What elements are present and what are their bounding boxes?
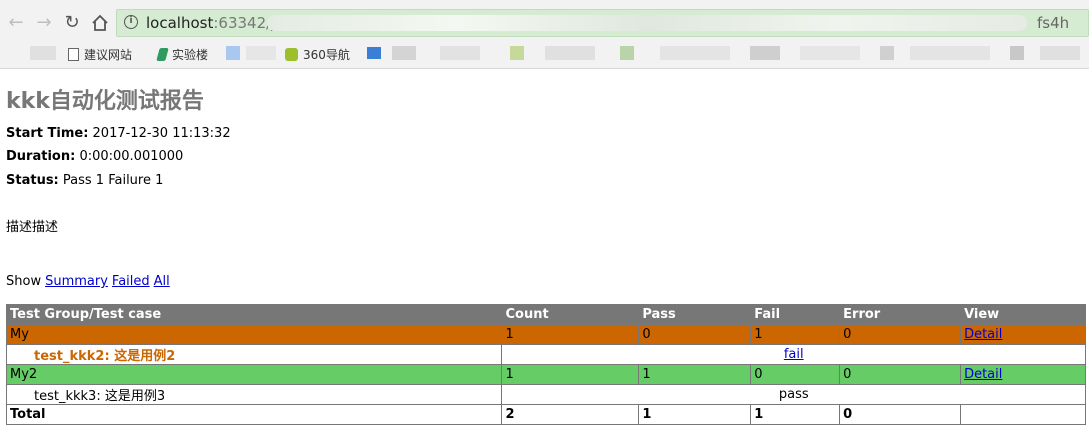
detail-link[interactable]: Detail xyxy=(964,367,1002,382)
redacted-bookmark xyxy=(910,46,990,60)
redacted-bookmark xyxy=(440,46,480,60)
case-name: test_kkk2: 这是用例2 xyxy=(5,344,503,365)
redacted-bookmark xyxy=(246,46,276,60)
case-result-link[interactable]: fail xyxy=(784,347,804,362)
group-view-cell: Detail xyxy=(960,364,1086,385)
total-count: 2 xyxy=(501,404,640,425)
url-text: localhost:63342/jx xyxy=(146,14,284,32)
attribute-value: 2017-12-30 11:13:32 xyxy=(92,126,231,141)
result-table: Test Group/Test case Count Pass Fail Err… xyxy=(5,304,1086,425)
back-arrow-icon[interactable]: ← xyxy=(5,12,27,34)
bookmark-360-nav[interactable]: 360导航 xyxy=(285,46,350,63)
report-title: kkk自动化测试报告 xyxy=(6,89,204,114)
show-all-link[interactable]: All xyxy=(154,274,170,289)
group-name: My2 xyxy=(5,364,503,385)
attribute-value: Pass 1 Failure 1 xyxy=(62,173,164,188)
case-result-cell: pass xyxy=(501,384,1086,405)
bookmark-label: 实验楼 xyxy=(172,48,209,62)
redacted-url-blur xyxy=(267,15,1027,31)
group-name: My xyxy=(5,324,503,345)
attribute-name: Start Time: xyxy=(6,126,89,141)
url-host: localhost xyxy=(146,14,214,32)
redacted-bookmark xyxy=(226,46,240,60)
group-count: 1 xyxy=(501,324,640,345)
redacted-bookmark xyxy=(1040,46,1080,60)
redacted-bookmark xyxy=(392,46,416,60)
report-description: 描述描述 xyxy=(6,220,59,235)
redacted-bookmark xyxy=(510,46,524,60)
total-fail: 1 xyxy=(750,404,841,425)
table-row-case: test_kkk2: 这是用例2 fail xyxy=(5,344,1086,365)
case-name: test_kkk3: 这是用例3 xyxy=(5,384,503,405)
bookmarks-bar: 建议网站 实验楼 360导航 xyxy=(0,42,1089,66)
redacted-bookmark xyxy=(880,46,894,60)
table-row-group-my: My 1 0 1 0 Detail xyxy=(5,324,1086,345)
bookmark-label: 360导航 xyxy=(303,48,350,62)
attribute-name: Status: xyxy=(6,173,59,188)
url-tail: fs4h xyxy=(1037,14,1070,32)
header-test-group: Test Group/Test case xyxy=(5,304,503,325)
detail-link[interactable]: Detail xyxy=(964,327,1002,342)
show-label: Show xyxy=(6,274,42,289)
group-count: 1 xyxy=(501,364,640,385)
redacted-bookmark xyxy=(1010,46,1024,60)
reload-icon[interactable]: ↻ xyxy=(61,12,83,34)
header-count: Count xyxy=(501,304,640,325)
address-bar[interactable]: i localhost:63342/jx fs4h xyxy=(116,9,1089,37)
browser-chrome: ← → ↻ i localhost:63342/jx fs4h 建议网站 实验楼… xyxy=(0,0,1089,69)
header-pass: Pass xyxy=(638,304,752,325)
redacted-bookmark xyxy=(750,46,780,60)
header-view: View xyxy=(960,304,1086,325)
group-pass: 0 xyxy=(638,324,752,345)
attribute-status: Status: Pass 1 Failure 1 xyxy=(6,173,163,188)
show-failed-link[interactable]: Failed xyxy=(112,274,150,289)
shiyanlou-icon xyxy=(156,48,169,61)
group-fail: 1 xyxy=(750,324,841,345)
table-row-group-my2: My2 1 1 0 0 Detail xyxy=(5,364,1086,385)
site-info-icon[interactable]: i xyxy=(124,15,138,29)
bookmark-suggested-sites[interactable]: 建议网站 xyxy=(68,46,132,63)
group-error: 0 xyxy=(839,364,962,385)
attribute-duration: Duration: 0:00:00.001000 xyxy=(6,149,183,164)
attribute-name: Duration: xyxy=(6,149,76,164)
home-icon[interactable] xyxy=(89,12,111,34)
bookmark-blue[interactable] xyxy=(367,46,386,60)
attribute-start-time: Start Time: 2017-12-30 11:13:32 xyxy=(6,126,231,141)
group-error: 0 xyxy=(839,324,962,345)
total-error: 0 xyxy=(839,404,962,425)
case-result-cell: fail xyxy=(501,344,1086,365)
redacted-bookmark xyxy=(545,46,595,60)
bookmark-label: 建议网站 xyxy=(84,48,133,62)
header-fail: Fail xyxy=(750,304,841,325)
show-filter: Show Summary Failed All xyxy=(6,274,170,289)
total-pass: 1 xyxy=(638,404,752,425)
table-row-case: test_kkk3: 这是用例3 pass xyxy=(5,384,1086,405)
redacted-bookmark xyxy=(30,46,56,60)
total-label: Total xyxy=(5,404,503,425)
page-icon xyxy=(68,48,79,61)
group-pass: 1 xyxy=(638,364,752,385)
total-view xyxy=(960,404,1086,425)
table-header-row: Test Group/Test case Count Pass Fail Err… xyxy=(5,304,1086,325)
bookmark-shiyanlou[interactable]: 实验楼 xyxy=(156,46,209,63)
redacted-bookmark xyxy=(800,46,860,60)
redacted-bookmark xyxy=(620,46,634,60)
header-error: Error xyxy=(839,304,962,325)
table-row-total: Total 2 1 1 0 xyxy=(5,404,1086,425)
group-fail: 0 xyxy=(750,364,841,385)
redacted-bookmark xyxy=(660,46,730,60)
bookmark-blue-icon xyxy=(367,47,381,59)
attribute-value: 0:00:00.001000 xyxy=(79,149,184,164)
group-view-cell: Detail xyxy=(960,324,1086,345)
nav360-icon xyxy=(285,48,298,61)
forward-arrow-icon[interactable]: → xyxy=(33,12,55,34)
show-summary-link[interactable]: Summary xyxy=(45,274,108,289)
